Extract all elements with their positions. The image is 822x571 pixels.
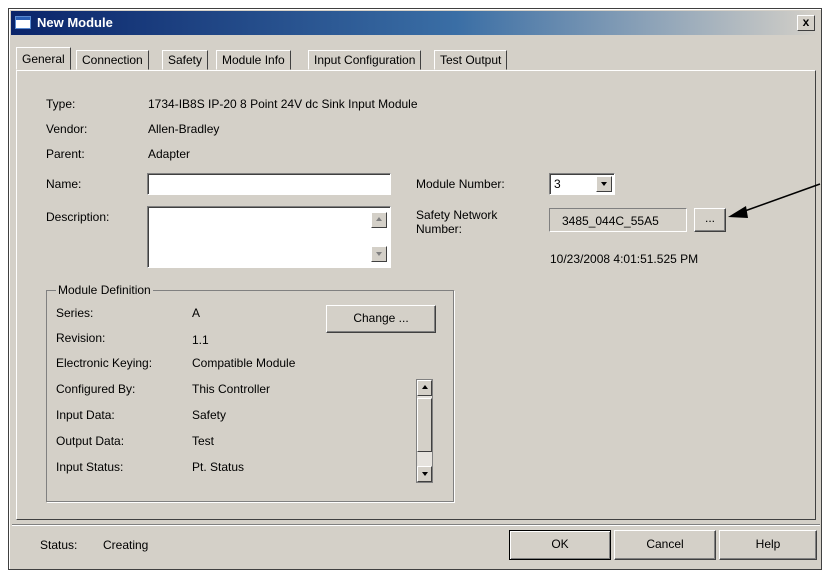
tab-module-info[interactable]: Module Info <box>216 50 291 70</box>
revision-value: 1.1 <box>192 333 209 347</box>
close-button[interactable]: x <box>797 15 815 31</box>
vendor-value: Allen-Bradley <box>148 122 220 136</box>
arrow-down-icon[interactable] <box>371 246 387 262</box>
cancel-button-label: Cancel <box>646 537 684 551</box>
tab-label: General <box>22 52 65 66</box>
arrow-up-icon[interactable] <box>371 212 387 228</box>
configured-by-value: This Controller <box>192 382 271 396</box>
change-button-label: Change ... <box>353 311 409 325</box>
help-button[interactable]: Help <box>719 530 817 560</box>
tab-test-output[interactable]: Test Output <box>434 50 508 70</box>
status-label: Status: <box>40 538 78 552</box>
revision-label: Revision: <box>56 331 106 345</box>
safety-network-label-line2: Number: <box>416 222 463 236</box>
change-button[interactable]: Change ... <box>326 305 436 333</box>
series-value: A <box>192 306 201 320</box>
parent-value: Adapter <box>148 147 191 161</box>
type-value: 1734-IB8S IP-20 8 Point 24V dc Sink Inpu… <box>148 97 418 111</box>
output-data-label: Output Data: <box>56 434 125 448</box>
browse-label: ... <box>704 211 715 225</box>
input-status-label: Input Status: <box>56 460 124 474</box>
tab-connection[interactable]: Connection <box>76 50 149 70</box>
tab-label: Connection <box>82 53 143 67</box>
tab-general[interactable]: General <box>16 47 71 70</box>
timestamp: 10/23/2008 4:01:51.525 PM <box>550 252 699 266</box>
module-number-label: Module Number: <box>416 177 505 191</box>
status-value: Creating <box>103 538 149 552</box>
module-number-combo[interactable]: 3 <box>549 173 615 195</box>
tab-input-configuration[interactable]: Input Configuration <box>308 50 422 70</box>
output-data-value: Test <box>192 434 215 448</box>
name-label: Name: <box>46 177 82 191</box>
scrollbar-thumb[interactable] <box>417 398 432 452</box>
safety-network-number-field: 3485_044C_55A5 <box>549 208 687 232</box>
tab-label: Input Configuration <box>314 53 416 67</box>
ok-button[interactable]: OK <box>509 530 611 560</box>
electronic-keying-value: Compatible Module <box>192 356 296 370</box>
series-label: Series: <box>56 306 94 320</box>
electronic-keying-label: Electronic Keying: <box>56 356 153 370</box>
footer-separator <box>12 524 820 526</box>
input-data-value: Safety <box>192 408 227 422</box>
name-field[interactable] <box>147 173 391 195</box>
safety-network-browse-button[interactable]: ... <box>694 208 726 232</box>
window-title: New Module <box>37 15 113 30</box>
description-label: Description: <box>46 210 110 224</box>
vendor-label: Vendor: <box>46 122 88 136</box>
configured-by-label: Configured By: <box>56 382 136 396</box>
help-button-label: Help <box>755 537 781 551</box>
tab-safety[interactable]: Safety <box>162 50 209 70</box>
parent-label: Parent: <box>46 147 85 161</box>
tab-label: Safety <box>168 53 203 67</box>
type-label: Type: <box>46 97 76 111</box>
module-definition-title: Module Definition <box>56 283 153 297</box>
module-number-value: 3 <box>554 177 561 191</box>
arrow-up-icon[interactable] <box>417 380 432 396</box>
window-icon <box>15 16 31 29</box>
callout-arrow <box>728 183 821 218</box>
module-definition-scrollbar[interactable] <box>416 379 433 483</box>
cancel-button[interactable]: Cancel <box>614 530 716 560</box>
tab-label: Test Output <box>440 53 502 67</box>
chevron-down-icon[interactable] <box>596 176 612 192</box>
input-status-value: Pt. Status <box>192 460 245 474</box>
title-bar[interactable]: New Module x <box>11 11 819 35</box>
ok-button-label: OK <box>551 537 569 551</box>
close-icon: x <box>802 15 810 29</box>
safety-network-label-line1: Safety Network <box>416 208 498 222</box>
description-field[interactable] <box>147 206 391 268</box>
input-data-label: Input Data: <box>56 408 115 422</box>
tab-label: Module Info <box>222 53 285 67</box>
arrow-down-icon[interactable] <box>417 466 432 482</box>
safety-network-number-value: 3485_044C_55A5 <box>562 214 659 228</box>
